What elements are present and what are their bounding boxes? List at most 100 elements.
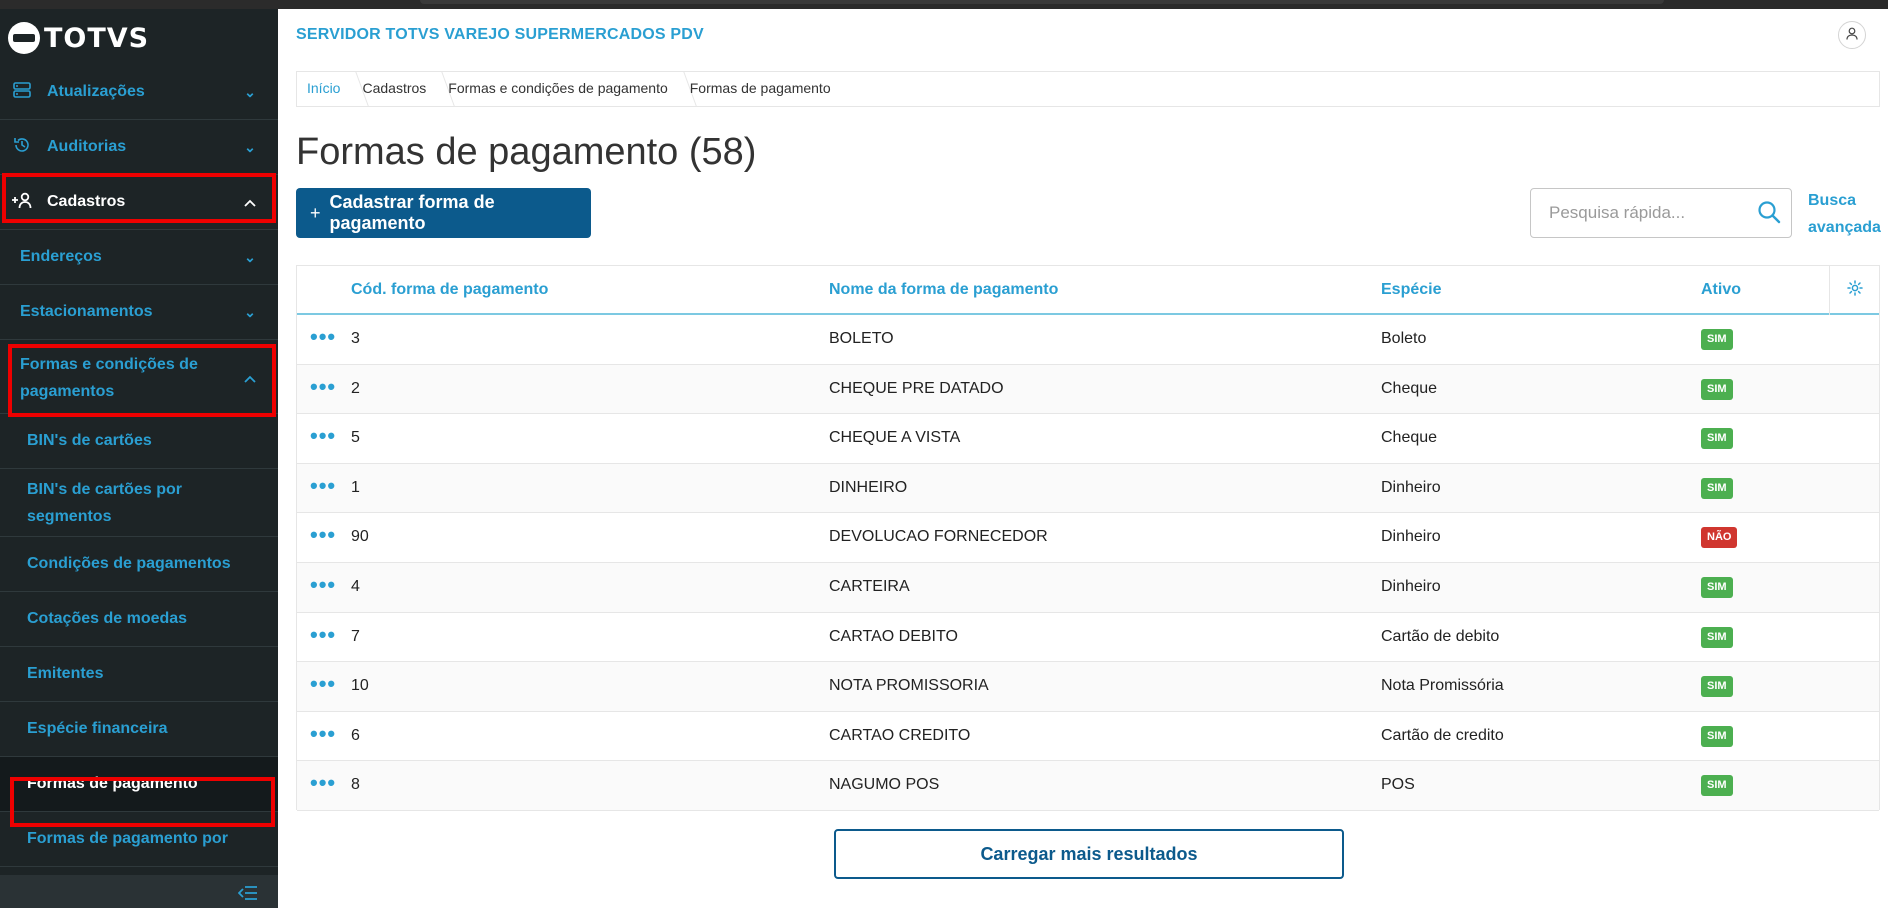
sidebar-item-formas-pagamento[interactable]: Formas de pagamento <box>0 757 278 812</box>
status-badge: SIM <box>1701 775 1733 797</box>
cell-species: Dinheiro <box>1381 478 1441 496</box>
sidebar-item-label: Endereços <box>20 248 102 265</box>
sidebar-item-cadastros[interactable]: Cadastros <box>0 175 278 230</box>
chevron-down-icon: ⌄ <box>244 248 256 265</box>
sidebar-item-bins-segmentos[interactable]: BIN's de cartões por segmentos <box>0 469 278 537</box>
cell-species: Cheque <box>1381 379 1438 397</box>
cell-species: Cheque <box>1381 429 1438 447</box>
row-actions-icon[interactable]: ••• <box>310 770 336 796</box>
cell-code: 4 <box>351 578 360 595</box>
breadcrumb-formas-condicoes: Formas e condições de pagamento <box>438 71 679 107</box>
cell-code: 90 <box>351 528 369 546</box>
cell-code: 10 <box>351 677 369 695</box>
row-actions-icon[interactable]: ••• <box>310 622 336 648</box>
sidebar-item-label: Cotações de moedas <box>27 610 188 627</box>
row-actions-icon[interactable]: ••• <box>310 522 336 548</box>
cell-species: Boleto <box>1381 330 1427 347</box>
table-row[interactable]: ••• 5 CHEQUE A VISTA Cheque SIM <box>297 414 1879 464</box>
plus-icon: + <box>310 202 321 223</box>
status-badge: SIM <box>1701 676 1733 698</box>
status-badge: SIM <box>1701 378 1733 400</box>
cell-name: CHEQUE A VISTA <box>829 429 961 447</box>
sidebar-item-auditorias[interactable]: Auditorias ⌄ <box>0 120 278 175</box>
sidebar-item-estacionamentos[interactable]: Estacionamentos ⌄ <box>0 285 278 340</box>
row-actions-icon[interactable]: ••• <box>310 374 336 400</box>
search-icon[interactable] <box>1757 200 1781 224</box>
table-row[interactable]: ••• 90 DEVOLUCAO FORNECEDOR Dinheiro NÃO <box>297 513 1879 563</box>
breadcrumb-inicio[interactable]: Início <box>297 71 352 107</box>
sidebar-item-bins-cartoes[interactable]: BIN's de cartões <box>0 414 278 469</box>
sidebar-item-label: Emitentes <box>27 665 104 682</box>
sidebar-item-label: Cadastros <box>47 193 126 210</box>
breadcrumb: Início Cadastros Formas e condições de p… <box>296 71 1880 107</box>
table-row[interactable]: ••• 8 NAGUMO POS POS SIM <box>297 761 1879 811</box>
sidebar-item-atualizacoes[interactable]: Atualizações ⌄ <box>0 65 278 120</box>
cell-species: Dinheiro <box>1381 578 1441 595</box>
cell-code: 6 <box>351 726 360 744</box>
history-icon <box>10 136 34 159</box>
row-actions-icon[interactable]: ••• <box>310 473 336 499</box>
chevron-down-icon: ⌄ <box>244 303 256 320</box>
table-row[interactable]: ••• 3 BOLETO Boleto SIM <box>297 315 1879 365</box>
row-actions-icon[interactable]: ••• <box>310 572 336 598</box>
load-more-button[interactable]: Carregar mais resultados <box>834 829 1344 879</box>
logo-text: TOTVS <box>44 22 150 54</box>
sidebar-item-label: Formas e condições de pagamentos <box>20 355 198 400</box>
cell-species: Nota Promissória <box>1381 677 1504 695</box>
table-row[interactable]: ••• 4 CARTEIRA Dinheiro SIM <box>297 563 1879 613</box>
column-header-code[interactable]: Cód. forma de pagamento <box>351 281 548 299</box>
chevron-up-icon <box>240 194 260 210</box>
row-actions-icon[interactable]: ••• <box>310 721 336 747</box>
sidebar-item-label: Formas de pagamento <box>27 775 198 792</box>
table-row[interactable]: ••• 1 DINHEIRO Dinheiro SIM <box>297 463 1879 514</box>
quick-search <box>1530 188 1792 238</box>
column-header-species[interactable]: Espécie <box>1381 281 1441 299</box>
cell-name: CARTAO CREDITO <box>829 726 971 744</box>
sidebar-collapse-bar[interactable] <box>0 875 278 908</box>
chevron-up-icon <box>240 370 260 386</box>
add-payment-method-button[interactable]: + Cadastrar forma de pagamento <box>296 188 591 238</box>
sidebar-item-label: Condições de pagamentos <box>27 555 231 572</box>
advanced-search-link[interactable]: Busca avançada <box>1808 187 1884 241</box>
sidebar-item-condicoes-pagamentos[interactable]: Condições de pagamentos <box>0 537 278 592</box>
table-header: Cód. forma de pagamento Nome da forma de… <box>297 266 1879 315</box>
collapse-menu-icon[interactable] <box>237 884 258 907</box>
cell-name: CARTEIRA <box>829 578 910 595</box>
sidebar-item-label: Estacionamentos <box>20 303 153 320</box>
table-row[interactable]: ••• 10 NOTA PROMISSORIA Nota Promissória SIM <box>297 662 1879 712</box>
table-row[interactable]: ••• 2 CHEQUE PRE DATADO Cheque SIM <box>297 364 1879 415</box>
sidebar-item-cotacoes-moedas[interactable]: Cotações de moedas <box>0 592 278 647</box>
totvs-logo-icon <box>8 22 40 54</box>
cell-species: Cartão de debito <box>1381 627 1500 645</box>
cell-species: Dinheiro <box>1381 528 1441 546</box>
cell-code: 8 <box>351 776 360 794</box>
sidebar-item-label: Atualizações <box>47 83 145 100</box>
table-settings-button[interactable] <box>1829 266 1879 315</box>
sidebar-item-formas-pagamento-por[interactable]: Formas de pagamento por <box>0 812 278 867</box>
cell-species: POS <box>1381 776 1415 794</box>
row-actions-icon[interactable]: ••• <box>310 324 336 350</box>
add-user-icon <box>10 191 34 214</box>
sidebar-item-especie-financeira[interactable]: Espécie financeira <box>0 702 278 757</box>
totvs-logo[interactable]: TOTVS <box>8 17 149 59</box>
cell-code: 5 <box>351 429 360 447</box>
table-row[interactable]: ••• 7 CARTAO DEBITO Cartão de debito SIM <box>297 613 1879 663</box>
status-badge: SIM <box>1701 477 1733 499</box>
row-actions-icon[interactable]: ••• <box>310 671 336 697</box>
server-icon <box>10 81 34 103</box>
column-header-active[interactable]: Ativo <box>1701 281 1741 299</box>
status-badge: SIM <box>1701 725 1733 747</box>
search-input[interactable] <box>1531 189 1751 237</box>
cell-code: 1 <box>351 478 360 496</box>
sidebar: TOTVS Atualizações ⌄ Auditorias ⌄ Cadast… <box>0 9 278 908</box>
user-menu-button[interactable] <box>1838 21 1866 49</box>
column-header-name[interactable]: Nome da forma de pagamento <box>829 281 1058 299</box>
cell-code: 3 <box>351 330 360 347</box>
browser-top-bar <box>0 0 1888 9</box>
row-actions-icon[interactable]: ••• <box>310 423 336 449</box>
table-row[interactable]: ••• 6 CARTAO CREDITO Cartão de credito SIM <box>297 712 1879 762</box>
sidebar-item-emitentes[interactable]: Emitentes <box>0 647 278 702</box>
sidebar-item-formas-condicoes[interactable]: Formas e condições de pagamentos <box>0 342 278 414</box>
add-button-label: Cadastrar forma de pagamento <box>329 192 495 233</box>
sidebar-item-enderecos[interactable]: Endereços ⌄ <box>0 230 278 285</box>
